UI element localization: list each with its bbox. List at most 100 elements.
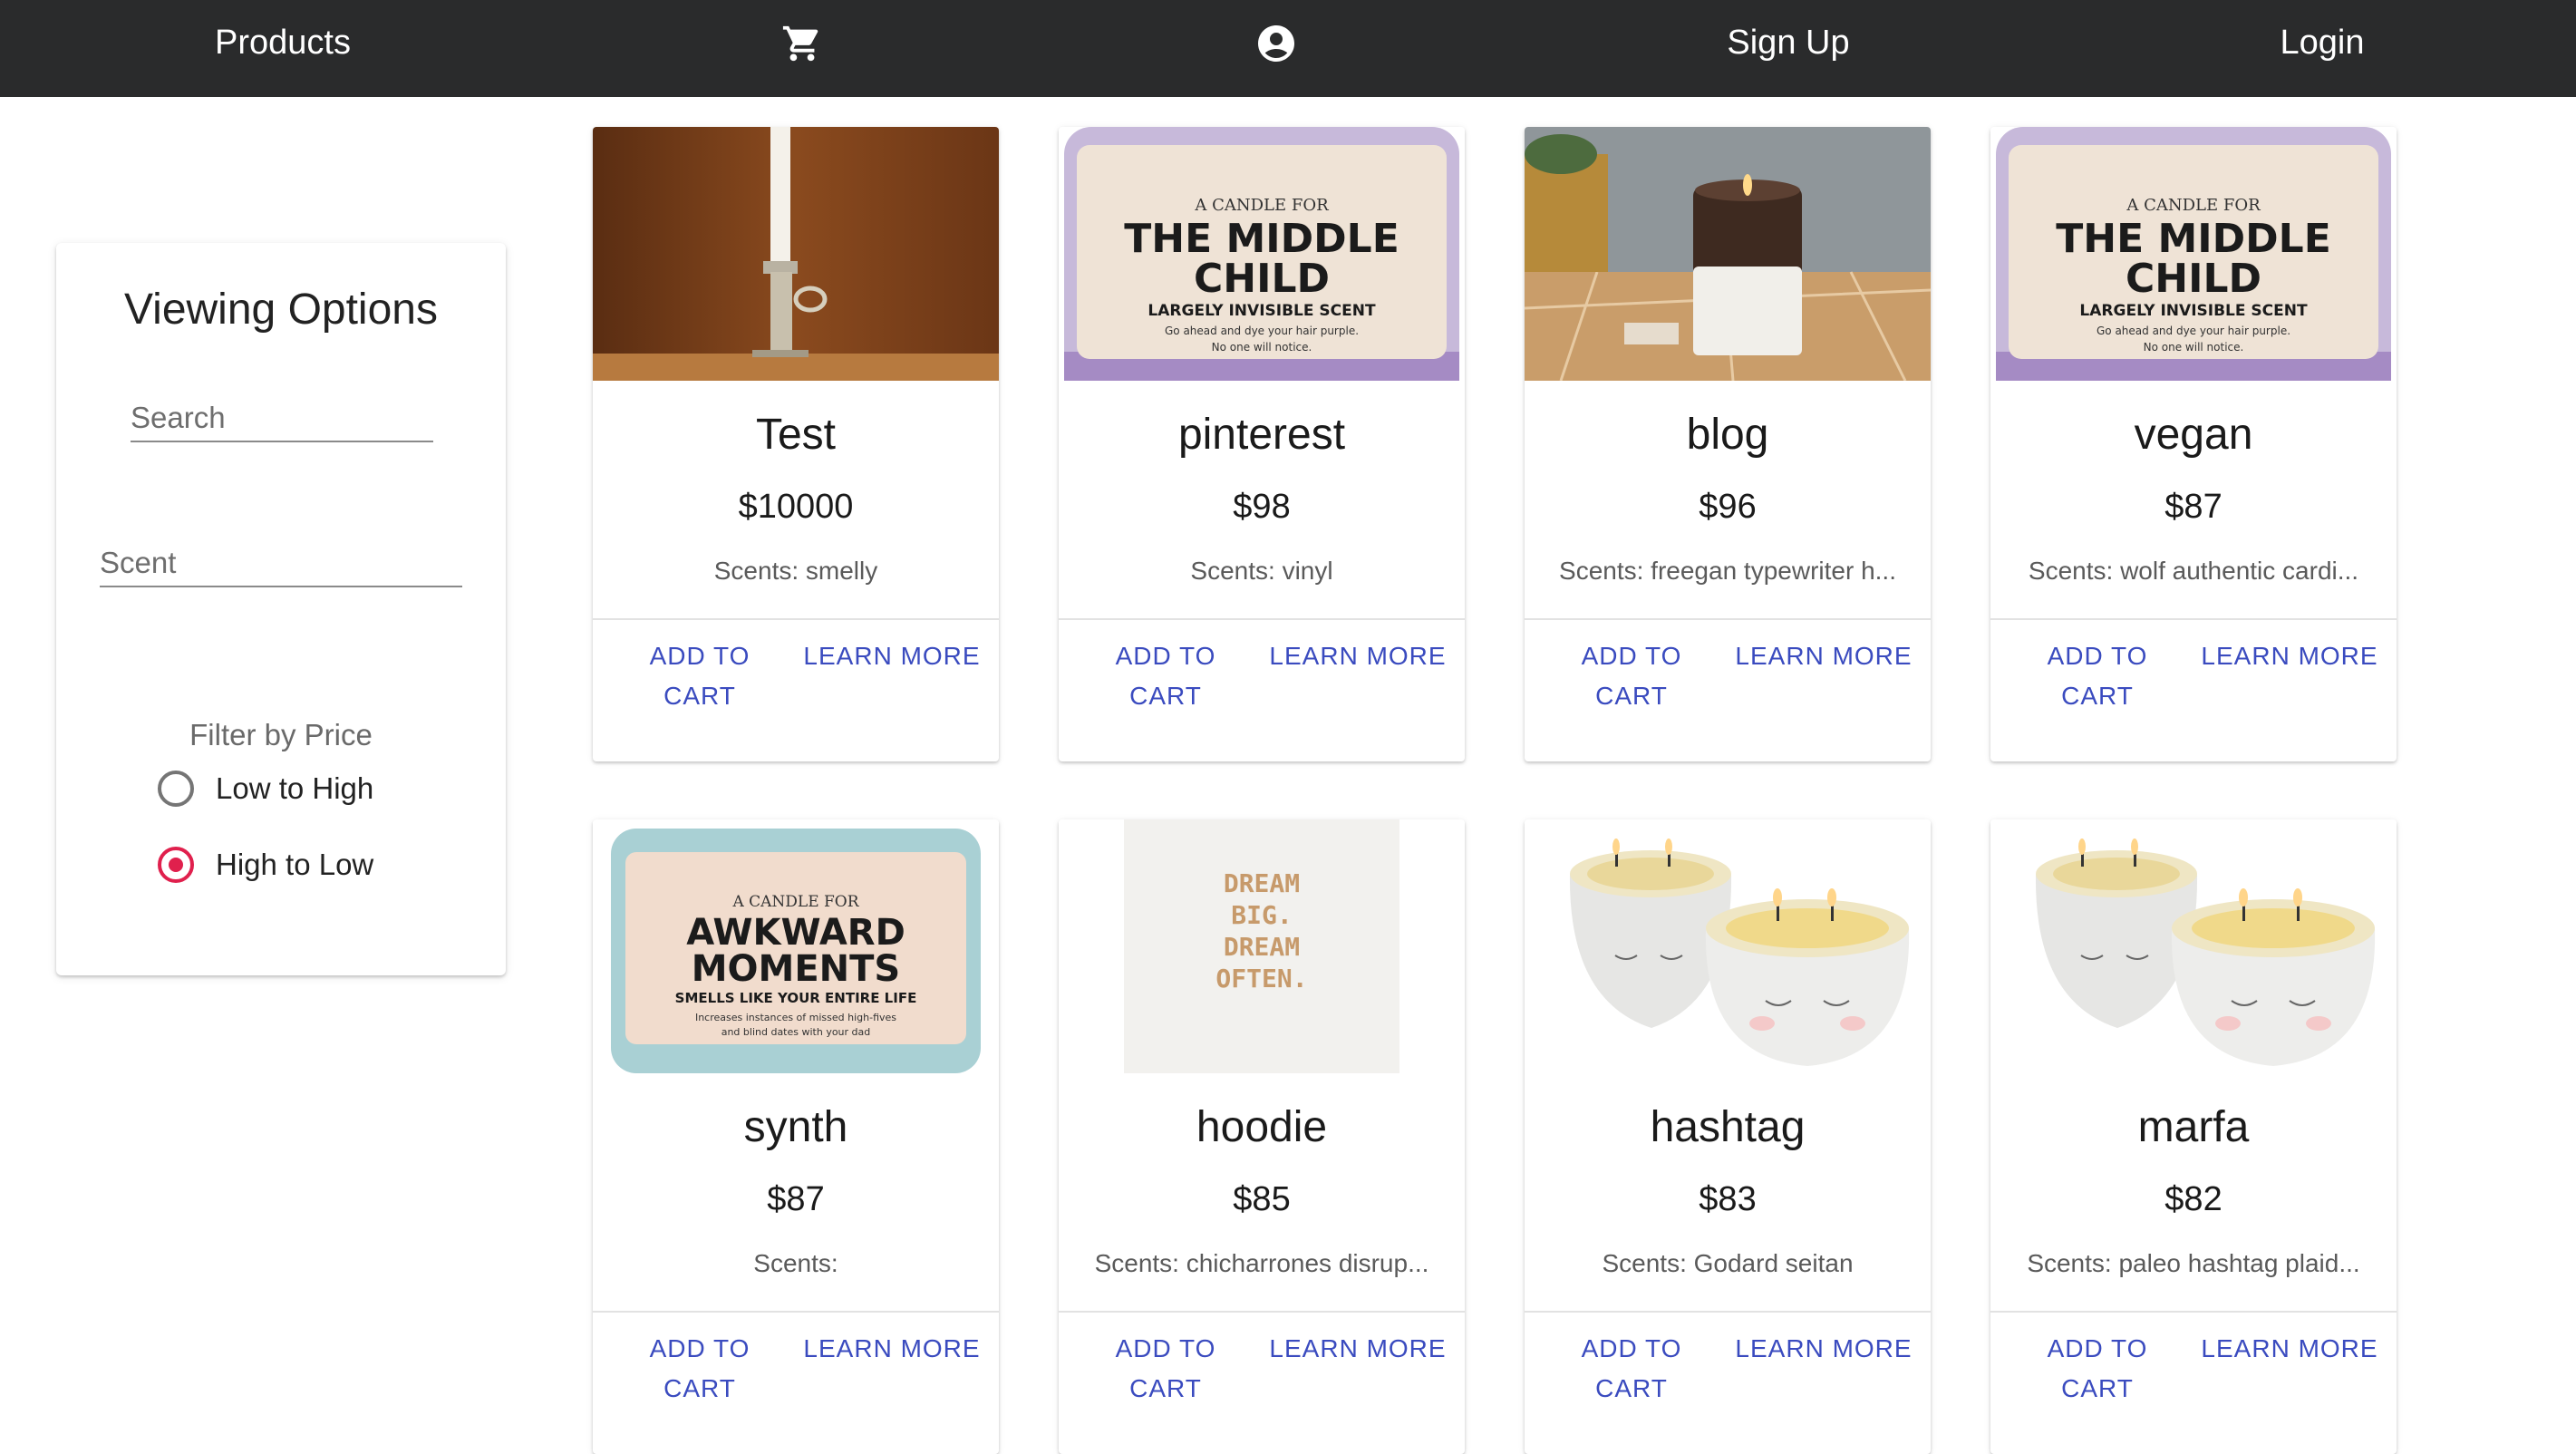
label-line: and blind dates with your dad — [721, 1026, 871, 1038]
card-divider — [1059, 618, 1465, 620]
product-price: $87 — [767, 1180, 825, 1218]
label-line: CHILD — [1194, 256, 1330, 302]
product-name: hoodie — [1196, 1103, 1328, 1151]
learn-more-button[interactable]: LEARN MORE — [1269, 1329, 1447, 1369]
product-image-awkward-moments-candle: A CANDLE FOR AWKWARD MOMENTS SMELLS LIKE… — [593, 819, 999, 1073]
radio-label: High to Low — [216, 848, 374, 881]
account-circle-icon[interactable] — [1253, 0, 1300, 86]
label-line: OFTEN. — [1215, 964, 1307, 994]
product-image-candlestick — [593, 127, 999, 381]
product-image-face-candles — [1990, 819, 2397, 1073]
label-line: MOMENTS — [692, 948, 901, 990]
label-line: A CANDLE FOR — [731, 893, 859, 911]
product-price: $96 — [1699, 488, 1757, 526]
card-divider — [1990, 618, 2397, 620]
add-to-cart-button[interactable]: ADD TO CART — [611, 1329, 789, 1409]
product-image-middle-child-candle: A CANDLE FOR THE MIDDLE CHILD LARGELY IN… — [1059, 127, 1465, 381]
label-line: SMELLS LIKE YOUR ENTIRE LIFE — [675, 990, 917, 1006]
sidebar-title: Viewing Options — [124, 286, 438, 334]
product-scents: Scents: — [753, 1249, 838, 1277]
radio-label: Low to High — [216, 771, 374, 805]
cart-icon[interactable] — [778, 0, 827, 86]
label-line: Go ahead and dye your hair purple. — [1165, 325, 1359, 337]
learn-more-button[interactable]: LEARN MORE — [1735, 636, 1913, 676]
product-name: vegan — [2134, 411, 2253, 459]
product-card: DREAM BIG. DREAM OFTEN. hoodie $85 Scent… — [1059, 819, 1465, 1454]
top-navbar: Products Sign Up Login — [0, 0, 2576, 97]
product-scents: Scents: Godard seitan — [1602, 1249, 1854, 1277]
add-to-cart-button[interactable]: ADD TO CART — [2009, 1329, 2186, 1409]
label-line: CHILD — [2126, 256, 2261, 302]
label-line: DREAM — [1224, 932, 1300, 962]
product-name: synth — [743, 1103, 848, 1151]
learn-more-button[interactable]: LEARN MORE — [1269, 636, 1447, 676]
nav-products-link[interactable]: Products — [210, 0, 355, 86]
product-price: $83 — [1699, 1180, 1757, 1218]
product-card: A CANDLE FOR THE MIDDLE CHILD LARGELY IN… — [1990, 127, 2397, 761]
product-price: $10000 — [738, 488, 854, 526]
product-card: hashtag $83 Scents: Godard seitan ADD TO… — [1525, 819, 1931, 1454]
card-divider — [1059, 1311, 1465, 1313]
label-line: A CANDLE FOR — [2126, 196, 2261, 215]
product-scents: Scents: chicharrones disrup... — [1094, 1249, 1429, 1277]
card-divider — [593, 618, 999, 620]
filter-price-label: Filter by Price — [189, 718, 373, 751]
card-divider — [593, 1311, 999, 1313]
product-name: hashtag — [1650, 1103, 1806, 1151]
card-divider — [1525, 618, 1931, 620]
add-to-cart-button[interactable]: ADD TO CART — [1077, 636, 1254, 716]
product-image-dream-big-candle: DREAM BIG. DREAM OFTEN. — [1059, 819, 1465, 1073]
radio-button-unchecked[interactable] — [158, 771, 194, 807]
product-scents: Scents: vinyl — [1190, 557, 1333, 585]
product-price: $98 — [1233, 488, 1291, 526]
product-name: blog — [1686, 411, 1769, 459]
radio-low-to-high[interactable]: Low to High — [158, 771, 373, 807]
product-card: A CANDLE FOR THE MIDDLE CHILD LARGELY IN… — [1059, 127, 1465, 761]
learn-more-button[interactable]: LEARN MORE — [1735, 1329, 1913, 1369]
search-field — [131, 379, 433, 442]
radio-high-to-low[interactable]: High to Low — [158, 847, 373, 883]
product-image-middle-child-candle: A CANDLE FOR THE MIDDLE CHILD LARGELY IN… — [1990, 127, 2397, 381]
add-to-cart-button[interactable]: ADD TO CART — [611, 636, 789, 716]
add-to-cart-button[interactable]: ADD TO CART — [2009, 636, 2186, 716]
product-price: $85 — [1233, 1180, 1291, 1218]
label-line: Increases instances of missed high-fives — [695, 1012, 896, 1023]
card-divider — [1525, 1311, 1931, 1313]
scent-field — [100, 524, 462, 587]
product-name: marfa — [2137, 1103, 2250, 1151]
product-scents: Scents: wolf authentic cardi... — [2028, 557, 2359, 585]
label-line: LARGELY INVISIBLE SCENT — [1148, 302, 1376, 320]
nav-login-link[interactable]: Login — [2268, 0, 2377, 86]
search-input[interactable] — [131, 379, 433, 442]
product-card: Test $10000 Scents: smelly ADD TO CART L… — [593, 127, 999, 761]
product-name: pinterest — [1177, 411, 1346, 459]
label-line: DREAM — [1224, 868, 1300, 898]
product-scents: Scents: freegan typewriter h... — [1559, 557, 1896, 585]
product-price: $82 — [2164, 1180, 2223, 1218]
learn-more-button[interactable]: LEARN MORE — [803, 636, 981, 676]
label-line: A CANDLE FOR — [1194, 196, 1329, 215]
viewing-options-panel: Viewing Options Filter by Price Low to H… — [56, 243, 506, 975]
add-to-cart-button[interactable]: ADD TO CART — [1543, 1329, 1720, 1409]
product-scents: Scents: paleo hashtag plaid... — [2027, 1249, 2360, 1277]
product-image-jar-candle — [1525, 127, 1931, 381]
product-image-face-candles — [1525, 819, 1931, 1073]
add-to-cart-button[interactable]: ADD TO CART — [1543, 636, 1720, 716]
product-scents: Scents: smelly — [713, 557, 878, 585]
label-line: No one will notice. — [1212, 341, 1312, 354]
label-line: Go ahead and dye your hair purple. — [2097, 325, 2290, 337]
product-card: blog $96 Scents: freegan typewriter h...… — [1525, 127, 1931, 761]
product-name: Test — [755, 411, 837, 459]
add-to-cart-button[interactable]: ADD TO CART — [1077, 1329, 1254, 1409]
learn-more-button[interactable]: LEARN MORE — [2201, 1329, 2378, 1369]
label-line: BIG. — [1231, 900, 1292, 930]
scent-input[interactable] — [100, 524, 462, 587]
nav-signup-link[interactable]: Sign Up — [1704, 0, 1873, 86]
product-price: $87 — [2164, 488, 2223, 526]
learn-more-button[interactable]: LEARN MORE — [2201, 636, 2378, 676]
card-divider — [1990, 1311, 2397, 1313]
learn-more-button[interactable]: LEARN MORE — [803, 1329, 981, 1369]
product-card: A CANDLE FOR AWKWARD MOMENTS SMELLS LIKE… — [593, 819, 999, 1454]
label-line: LARGELY INVISIBLE SCENT — [2079, 302, 2308, 320]
radio-button-checked[interactable] — [158, 847, 194, 883]
